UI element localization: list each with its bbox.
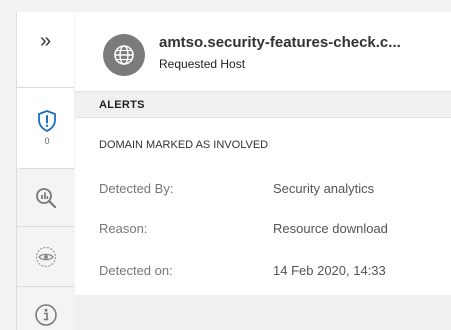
globe-icon <box>114 45 134 65</box>
alerts-section-header: ALERTS <box>75 91 451 118</box>
detected-on-value: 14 Feb 2020, 14:33 <box>273 263 386 278</box>
alerts-section-title: ALERTS <box>99 99 145 111</box>
detected-by-label: Detected By: <box>99 181 174 196</box>
info-icon <box>34 304 57 326</box>
footer-bar <box>75 295 451 330</box>
sidebar: » 0 <box>16 12 74 330</box>
details-panel: amtso.security-features-check.c... Reque… <box>75 12 451 330</box>
sidebar-item-info[interactable] <box>17 287 74 330</box>
host-header: amtso.security-features-check.c... Reque… <box>75 12 451 88</box>
sidebar-item-observe[interactable] <box>17 227 74 287</box>
shield-alert-icon <box>38 110 56 132</box>
reason-label: Reason: <box>99 221 148 236</box>
double-chevron-right-icon: » <box>39 29 52 52</box>
host-title: amtso.security-features-check.c... <box>159 34 401 51</box>
host-subtitle: Requested Host <box>159 57 246 71</box>
alert-name: DOMAIN MARKED AS INVOLVED <box>99 139 269 151</box>
host-avatar <box>103 34 145 76</box>
eye-scan-icon <box>35 246 56 267</box>
reason-value: Resource download <box>273 221 388 236</box>
detected-on-label: Detected on: <box>99 263 173 278</box>
sidebar-item-analyze[interactable] <box>17 169 74 227</box>
magnifier-analyze-icon <box>35 187 56 208</box>
expand-sidebar-button[interactable]: » <box>17 12 74 88</box>
detected-by-value: Security analytics <box>273 181 375 196</box>
alerts-count: 0 <box>44 136 50 146</box>
sidebar-item-alerts[interactable]: 0 <box>17 88 74 169</box>
